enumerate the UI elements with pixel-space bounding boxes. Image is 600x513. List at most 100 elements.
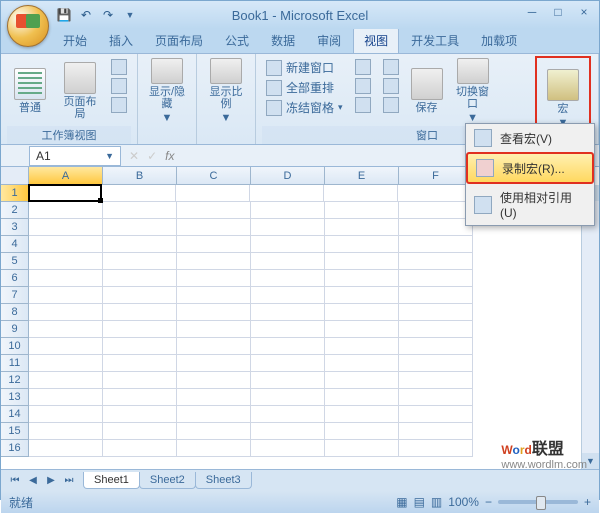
cell[interactable]	[29, 270, 103, 287]
row-header[interactable]: 3	[1, 219, 29, 236]
cancel-icon[interactable]: ✕	[129, 149, 139, 163]
cell[interactable]	[251, 423, 325, 440]
cell[interactable]	[399, 236, 473, 253]
cell[interactable]	[325, 270, 399, 287]
cell[interactable]	[103, 372, 177, 389]
tab-formulas[interactable]: 公式	[215, 28, 259, 53]
sheet-tab-2[interactable]: Sheet2	[139, 472, 196, 489]
tab-data[interactable]: 数据	[261, 28, 305, 53]
cell[interactable]	[29, 304, 103, 321]
cell[interactable]	[325, 372, 399, 389]
tab-addins[interactable]: 加载项	[471, 28, 527, 53]
view-page-icon[interactable]: ▤	[414, 495, 425, 509]
tab-home[interactable]: 开始	[53, 28, 97, 53]
show-hide-button[interactable]: 显示/隐藏 ▼	[144, 56, 190, 126]
cell[interactable]	[251, 270, 325, 287]
cell[interactable]	[29, 372, 103, 389]
cell[interactable]	[325, 202, 399, 219]
normal-view-button[interactable]: 普通	[7, 56, 53, 126]
namebox-dropdown-icon[interactable]: ▼	[105, 151, 114, 161]
row-header[interactable]: 16	[1, 440, 29, 457]
unhide-button[interactable]	[351, 96, 375, 114]
row-header[interactable]: 1	[1, 185, 29, 202]
sheet-nav-last[interactable]: ⏭	[61, 475, 77, 486]
page-layout-button[interactable]: 页面布局	[57, 56, 103, 126]
cell[interactable]	[251, 389, 325, 406]
cell[interactable]	[399, 304, 473, 321]
office-button[interactable]	[7, 5, 49, 47]
cell[interactable]	[399, 389, 473, 406]
cell[interactable]	[177, 270, 251, 287]
menu-record-macro[interactable]: 录制宏(R)...	[467, 153, 593, 183]
cell[interactable]	[325, 219, 399, 236]
enter-icon[interactable]: ✓	[147, 149, 157, 163]
cell[interactable]	[103, 202, 177, 219]
sync-scroll-button[interactable]	[379, 77, 403, 95]
row-header[interactable]: 15	[1, 423, 29, 440]
cell[interactable]	[103, 270, 177, 287]
cell[interactable]	[103, 440, 177, 457]
cell[interactable]	[250, 185, 324, 202]
cell[interactable]	[399, 355, 473, 372]
tab-developer[interactable]: 开发工具	[401, 28, 469, 53]
zoom-button[interactable]: 显示比例 ▼	[203, 56, 249, 126]
cell[interactable]	[399, 406, 473, 423]
cell[interactable]	[103, 219, 177, 236]
cell[interactable]	[103, 287, 177, 304]
close-button[interactable]: ×	[575, 5, 593, 19]
cell[interactable]	[251, 338, 325, 355]
cell[interactable]	[325, 389, 399, 406]
column-header[interactable]: A	[29, 167, 103, 185]
cell[interactable]	[399, 202, 473, 219]
cell[interactable]	[251, 406, 325, 423]
sheet-nav-next[interactable]: ▶	[43, 475, 59, 486]
cell[interactable]	[325, 287, 399, 304]
cell[interactable]	[103, 253, 177, 270]
tab-insert[interactable]: 插入	[99, 28, 143, 53]
cell[interactable]	[398, 185, 472, 202]
cell[interactable]	[103, 389, 177, 406]
cell[interactable]	[29, 389, 103, 406]
cell[interactable]	[251, 372, 325, 389]
cell[interactable]	[177, 423, 251, 440]
cell[interactable]	[325, 423, 399, 440]
cell[interactable]	[177, 202, 251, 219]
cell[interactable]	[177, 236, 251, 253]
cell[interactable]	[399, 372, 473, 389]
arrange-all-button[interactable]: 全部重排	[262, 78, 347, 97]
cell[interactable]	[29, 406, 103, 423]
hide-button[interactable]	[351, 77, 375, 95]
row-header[interactable]: 5	[1, 253, 29, 270]
cell[interactable]	[29, 338, 103, 355]
cell[interactable]	[399, 440, 473, 457]
maximize-button[interactable]: □	[549, 5, 567, 19]
view-normal-icon[interactable]: ▦	[396, 495, 407, 509]
cell[interactable]	[325, 338, 399, 355]
cell[interactable]	[29, 423, 103, 440]
tab-pagelayout[interactable]: 页面布局	[145, 28, 213, 53]
zoom-out-button[interactable]: −	[485, 495, 492, 509]
column-header[interactable]: F	[399, 167, 473, 185]
tab-view[interactable]: 视图	[353, 27, 399, 53]
save-icon[interactable]: 💾	[55, 6, 73, 24]
zoom-slider[interactable]	[498, 500, 578, 504]
column-header[interactable]: E	[325, 167, 399, 185]
minimize-button[interactable]: ─	[523, 5, 541, 19]
reset-pos-button[interactable]	[379, 96, 403, 114]
cell[interactable]	[177, 219, 251, 236]
cell[interactable]	[177, 440, 251, 457]
save-workspace-button[interactable]: 保存	[407, 56, 447, 126]
tab-review[interactable]: 审阅	[307, 28, 351, 53]
custom-views-button[interactable]	[107, 77, 131, 95]
cell[interactable]	[251, 321, 325, 338]
page-break-preview-button[interactable]	[107, 58, 131, 76]
cell[interactable]	[177, 304, 251, 321]
row-header[interactable]: 12	[1, 372, 29, 389]
row-header[interactable]: 10	[1, 338, 29, 355]
fullscreen-button[interactable]	[107, 96, 131, 114]
cell[interactable]	[251, 253, 325, 270]
row-header[interactable]: 14	[1, 406, 29, 423]
sheet-nav-prev[interactable]: ◀	[25, 475, 41, 486]
cell[interactable]	[325, 355, 399, 372]
cell[interactable]	[29, 355, 103, 372]
